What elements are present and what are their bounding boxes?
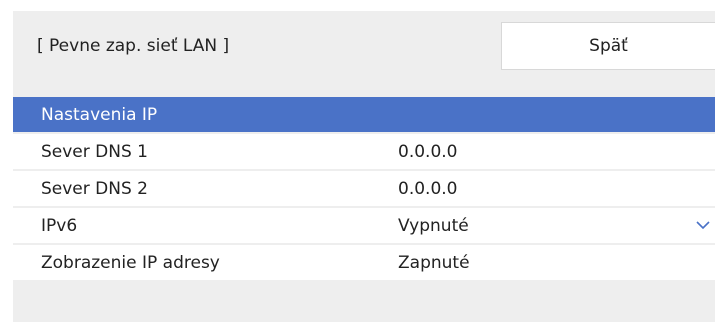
page-title: [ Pevne zap. sieť LAN ]: [37, 36, 230, 56]
row-label: Sever DNS 2: [41, 179, 148, 199]
settings-row-dns-server-2[interactable]: Sever DNS 2 0.0.0.0: [13, 171, 715, 206]
settings-row-ip-settings[interactable]: Nastavenia IP: [13, 97, 715, 132]
settings-row-ip-address-display[interactable]: Zobrazenie IP adresy Zapnuté: [13, 245, 715, 280]
row-label: IPv6: [41, 216, 78, 236]
row-label: Sever DNS 1: [41, 142, 148, 162]
row-value: 0.0.0.0: [398, 142, 458, 162]
chevron-down-icon[interactable]: [695, 217, 711, 233]
back-button[interactable]: Späť: [501, 22, 715, 70]
row-value: Vypnuté: [398, 216, 469, 236]
row-label: Zobrazenie IP adresy: [41, 253, 220, 273]
row-value: Zapnuté: [398, 253, 470, 273]
settings-list: Nastavenia IP Sever DNS 1 0.0.0.0 Sever …: [13, 97, 715, 282]
settings-row-ipv6[interactable]: IPv6 Vypnuté: [13, 208, 715, 243]
settings-row-dns-server-1[interactable]: Sever DNS 1 0.0.0.0: [13, 134, 715, 169]
settings-panel: [ Pevne zap. sieť LAN ] Späť Nastavenia …: [13, 11, 715, 322]
row-value: 0.0.0.0: [398, 179, 458, 199]
row-label: Nastavenia IP: [41, 105, 158, 125]
